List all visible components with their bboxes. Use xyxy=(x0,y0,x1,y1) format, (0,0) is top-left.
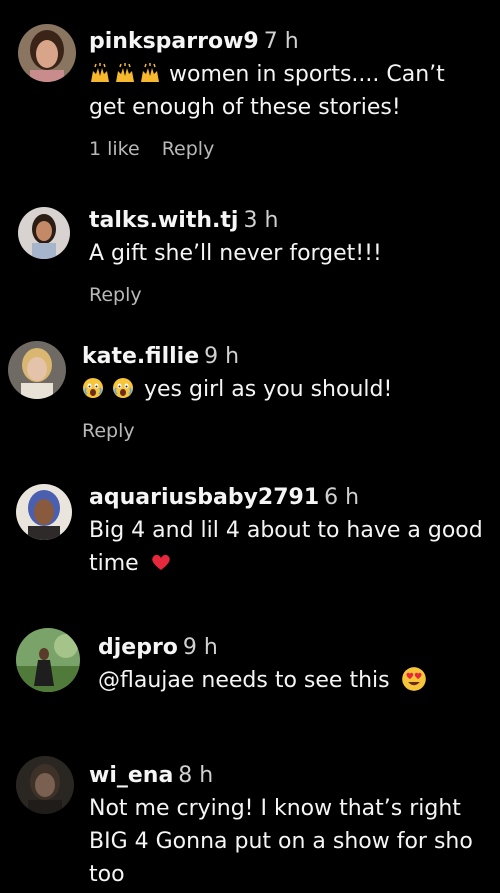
avatar-image xyxy=(16,628,80,692)
comment-text-line: get enough of these stories! xyxy=(89,95,401,120)
comment-text-line: BIG 4 Gonna put on a show for sho xyxy=(89,829,473,854)
comment-username[interactable]: wi_ena xyxy=(89,763,173,788)
comment-text: @flaujae needs to see this xyxy=(98,664,498,697)
avatar[interactable] xyxy=(16,484,72,540)
reply-button[interactable]: Reply xyxy=(82,420,135,442)
comment-text-line: yes girl as you should! xyxy=(144,377,393,402)
comment-text-line: women in sports.... Can’t xyxy=(169,62,445,87)
avatar[interactable] xyxy=(18,207,70,259)
comment-timestamp: 8 h xyxy=(178,763,214,788)
comment-text-line: @flaujae needs to see this xyxy=(98,668,390,693)
comment-text: women in sports.... Can’t get enough of … xyxy=(89,58,489,124)
comment-text-line: A gift she’ll never forget!!! xyxy=(89,241,382,266)
comment-text-line: time xyxy=(89,551,139,576)
avatar[interactable] xyxy=(18,24,76,82)
reply-button[interactable]: Reply xyxy=(89,284,142,306)
comment-text: A gift she’ll never forget!!! xyxy=(89,237,489,270)
raising-hands-icon xyxy=(139,62,161,84)
avatar[interactable] xyxy=(16,628,80,692)
face-screaming-icon xyxy=(112,377,134,399)
raising-hands-icon xyxy=(89,62,111,84)
avatar-image xyxy=(16,484,72,540)
avatar[interactable] xyxy=(8,341,66,399)
avatar[interactable] xyxy=(16,756,74,814)
comment-text-line: Big 4 and lil 4 about to have a good xyxy=(89,518,483,543)
face-screaming-icon xyxy=(82,377,104,399)
smiling-heart-eyes-icon xyxy=(401,666,427,692)
comment-username[interactable]: kate.fillie xyxy=(82,344,199,369)
comment-username[interactable]: djepro xyxy=(98,635,178,660)
comment-timestamp: 6 h xyxy=(324,485,360,510)
comment-timestamp: 9 h xyxy=(204,344,240,369)
comment-text: Big 4 and lil 4 about to have a good tim… xyxy=(89,514,489,580)
reply-button[interactable]: Reply xyxy=(162,138,215,160)
comment-text: yes girl as you should! xyxy=(82,373,482,406)
comment-timestamp: 3 h xyxy=(243,208,279,233)
likes-count[interactable]: 1 like xyxy=(89,138,140,160)
comment-username[interactable]: pinksparrow9 xyxy=(89,29,259,54)
comment-username[interactable]: talks.with.tj xyxy=(89,208,238,233)
comment-text-line: too xyxy=(89,862,125,887)
comment-text: Not me crying! I know that’s right BIG 4… xyxy=(89,792,489,891)
avatar-image xyxy=(16,756,74,814)
comment-username[interactable]: aquariusbaby2791 xyxy=(89,485,319,510)
comment-timestamp: 9 h xyxy=(182,635,218,660)
avatar-image xyxy=(18,207,70,259)
comment-text-line: Not me crying! I know that’s right xyxy=(89,796,461,821)
comment-timestamp: 7 h xyxy=(263,29,299,54)
red-heart-icon xyxy=(150,551,172,573)
avatar-image xyxy=(8,341,66,399)
raising-hands-icon xyxy=(114,62,136,84)
avatar-image xyxy=(18,24,76,82)
